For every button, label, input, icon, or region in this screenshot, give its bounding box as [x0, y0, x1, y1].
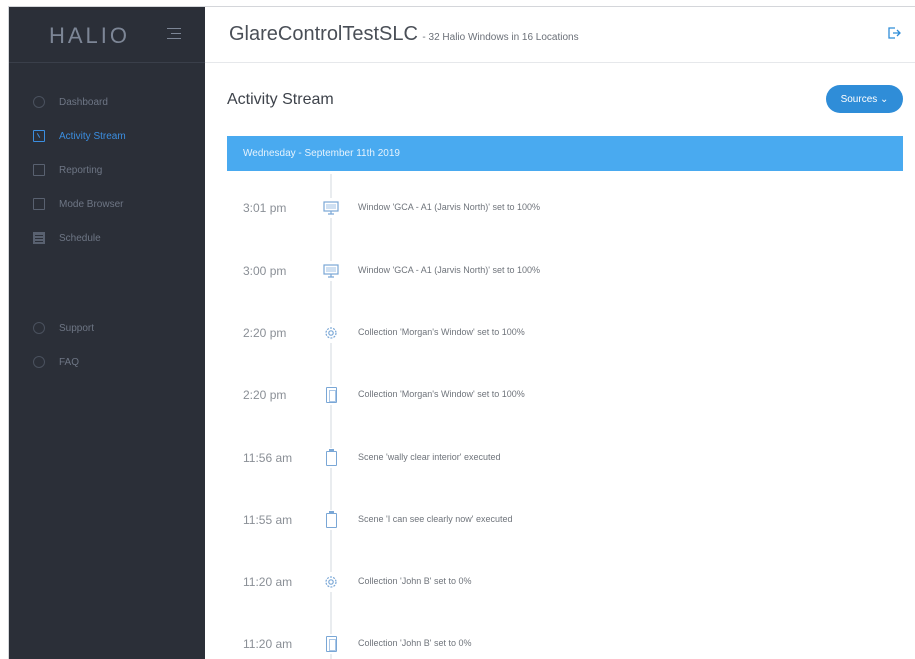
entry-message: Scene 'wally clear interior' executed — [358, 452, 501, 462]
sidebar-item-label: Schedule — [59, 232, 101, 244]
entry-time: 11:55 am — [243, 513, 293, 527]
day-header: Wednesday - September 11th 2019 — [227, 136, 903, 171]
faq-icon — [33, 356, 45, 368]
gear-icon — [321, 323, 341, 343]
menu-toggle-icon[interactable] — [167, 28, 181, 40]
gear-icon — [321, 572, 341, 592]
activity-stream-panel: Activity Stream Sources ⌄ Wednesday - Se… — [205, 64, 915, 659]
entry-time: 2:20 pm — [243, 388, 287, 402]
sidebar-item-activity-stream[interactable]: Activity Stream — [9, 123, 205, 149]
scene-icon — [321, 510, 341, 530]
window-icon — [321, 261, 341, 281]
activity-entry: 11:56 am Scene 'wally clear interior' ex… — [205, 444, 915, 474]
activity-entry: 2:20 pm Collection 'Morgan's Window' set… — [205, 381, 915, 411]
sidebar-item-label: FAQ — [59, 356, 80, 368]
entry-message: Collection 'John B' set to 0% — [358, 638, 472, 648]
entry-message: Collection 'Morgan's Window' set to 100% — [358, 389, 525, 399]
gauge-icon — [33, 96, 45, 108]
activity-entry: 3:00 pm Window 'GCA - A1 (Jarvis North)'… — [205, 257, 915, 287]
entry-message: Scene 'I can see clearly now' executed — [358, 514, 513, 524]
sidebar-item-reporting[interactable]: Reporting — [9, 157, 205, 183]
activity-entry: 11:55 am Scene 'I can see clearly now' e… — [205, 506, 915, 536]
entry-time: 3:01 pm — [243, 201, 287, 215]
app-frame: HALIO Dashboard Activity Stream Reportin… — [8, 6, 915, 659]
activity-entry: 11:20 am Collection 'John B' set to 0% — [205, 568, 915, 598]
scene-icon — [321, 448, 341, 468]
entry-time: 11:20 am — [243, 637, 293, 651]
entry-message: Collection 'Morgan's Window' set to 100% — [358, 327, 525, 337]
entry-time: 2:20 pm — [243, 326, 287, 340]
activity-entry: 11:20 am Collection 'John B' set to 0% — [205, 630, 915, 659]
page-header: GlareControlTestSLC - 32 Halio Windows i… — [205, 7, 915, 63]
entry-message: Window 'GCA - A1 (Jarvis North)' set to … — [358, 202, 540, 212]
brand-bar: HALIO — [9, 7, 205, 63]
pane-icon — [321, 385, 341, 405]
sidebar-item-faq[interactable]: FAQ — [9, 349, 205, 375]
sidebar-item-label: Mode Browser — [59, 198, 124, 210]
sources-dropdown-button[interactable]: Sources ⌄ — [826, 85, 903, 113]
pane-icon — [321, 634, 341, 654]
calendar-icon — [33, 232, 45, 244]
sidebar-item-support[interactable]: Support — [9, 315, 205, 341]
sidebar-item-label: Activity Stream — [59, 130, 126, 142]
activity-entry: 2:20 pm Collection 'Morgan's Window' set… — [205, 319, 915, 349]
account-name: GlareControlTestSLC — [229, 23, 418, 45]
entry-time: 3:00 pm — [243, 264, 287, 278]
sidebar-item-dashboard[interactable]: Dashboard — [9, 89, 205, 115]
logout-icon[interactable] — [887, 26, 901, 40]
section-title: Activity Stream — [227, 91, 334, 108]
window-count-subtitle: - 32 Halio Windows in 16 Locations — [422, 32, 579, 43]
clipboard-icon — [33, 164, 45, 176]
entry-message: Collection 'John B' set to 0% — [358, 576, 472, 586]
sidebar-item-label: Support — [59, 322, 95, 334]
entry-time: 11:20 am — [243, 575, 293, 589]
sidebar-item-label: Reporting — [59, 164, 103, 176]
sidebar-item-mode-browser[interactable]: Mode Browser — [9, 191, 205, 217]
halio-logo[interactable]: HALIO — [49, 23, 130, 49]
sidebar-item-label: Dashboard — [59, 96, 108, 108]
sidebar: HALIO Dashboard Activity Stream Reportin… — [9, 7, 205, 659]
window-icon — [33, 198, 45, 210]
page-title: GlareControlTestSLC - 32 Halio Windows i… — [229, 23, 579, 46]
sidebar-item-schedule[interactable]: Schedule — [9, 225, 205, 251]
window-icon — [321, 198, 341, 218]
entry-message: Window 'GCA - A1 (Jarvis North)' set to … — [358, 265, 540, 275]
activity-entry: 3:01 pm Window 'GCA - A1 (Jarvis North)'… — [205, 194, 915, 224]
entry-time: 11:56 am — [243, 451, 293, 465]
activity-icon — [33, 130, 45, 142]
support-icon — [33, 322, 45, 334]
